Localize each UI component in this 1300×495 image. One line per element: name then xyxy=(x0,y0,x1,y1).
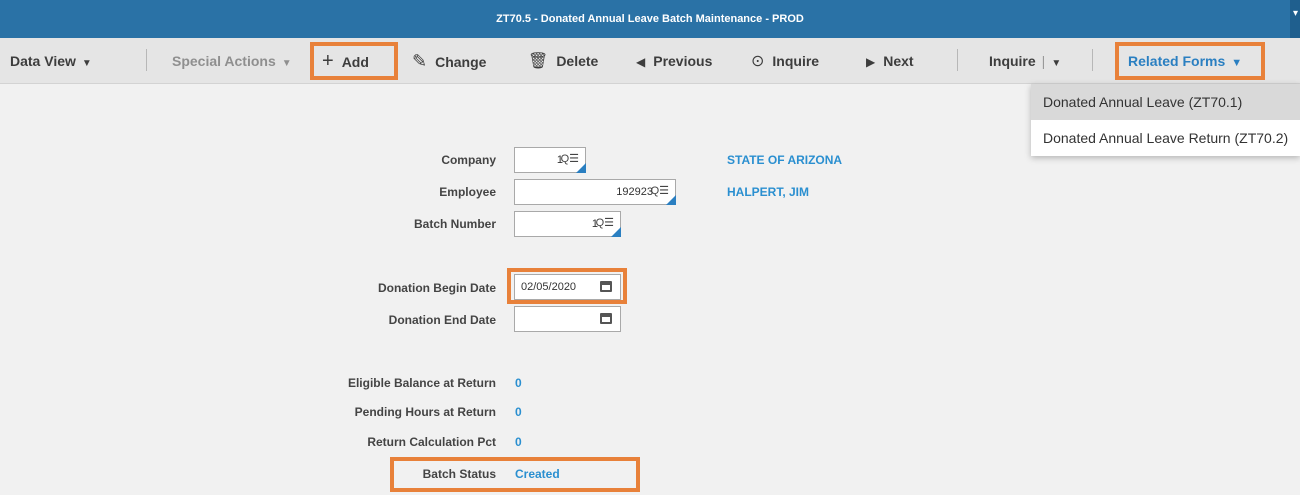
batch-number-label: Batch Number xyxy=(413,217,496,231)
company-field[interactable]: 1 Q☰ xyxy=(514,147,586,173)
inquire-button[interactable]: ⊙ Inquire xyxy=(751,38,819,84)
caret-down-icon: ▼ xyxy=(1231,57,1243,69)
related-forms-dropdown: Donated Annual Leave (ZT70.1) Donated An… xyxy=(1031,84,1300,156)
batch-status-label: Batch Status xyxy=(422,467,496,481)
return-calc-pct-label: Return Calculation Pct xyxy=(367,435,496,449)
related-forms-menu[interactable]: Related Forms ▼ xyxy=(1128,38,1242,84)
calendar-icon[interactable] xyxy=(600,313,612,324)
related-form-item[interactable]: Donated Annual Leave (ZT70.1) xyxy=(1031,84,1300,120)
inquire-icon: ⊙ xyxy=(751,53,765,70)
employee-field[interactable]: 192923 Q☰ xyxy=(514,179,676,205)
toolbar-divider xyxy=(1092,49,1093,71)
previous-button[interactable]: ◀ Previous xyxy=(636,38,712,84)
return-calc-pct-value: 0 xyxy=(515,435,522,449)
caret-down-icon: ▼ xyxy=(1051,58,1062,69)
delete-button[interactable]: 🗑 Delete xyxy=(528,38,598,84)
split-divider: | xyxy=(1041,53,1046,69)
calendar-icon[interactable] xyxy=(600,281,612,292)
employee-value: 192923 xyxy=(616,186,653,198)
special-actions-menu[interactable]: Special Actions ▼ xyxy=(172,38,292,84)
field-corner-marker xyxy=(576,163,586,173)
donation-begin-date-label: Donation Begin Date xyxy=(377,281,496,295)
company-label: Company xyxy=(441,153,496,167)
toolbar: Data View ▼ Special Actions ▼ + Add ✎ Change… xyxy=(0,38,1300,84)
batch-status-value: Created xyxy=(515,467,560,481)
batch-number-field[interactable]: 1 Q☰ xyxy=(514,211,621,237)
inquire-menu[interactable]: Inquire | ▼ xyxy=(989,38,1061,84)
donation-begin-date-field[interactable]: 02/05/2020 xyxy=(514,274,621,300)
related-forms-label: Related Forms xyxy=(1128,53,1226,69)
add-button[interactable]: + Add xyxy=(322,38,369,84)
employee-label: Employee xyxy=(439,185,496,199)
company-name: STATE OF ARIZONA xyxy=(727,153,843,167)
donation-end-date-field[interactable] xyxy=(514,306,621,332)
title-bar-edge: ▾ xyxy=(1290,0,1300,38)
add-label: Add xyxy=(341,54,369,70)
inquire-menu-label: Inquire xyxy=(989,53,1036,69)
pencil-icon: ✎ xyxy=(412,51,428,71)
donation-begin-date-value: 02/05/2020 xyxy=(521,281,577,293)
inquire-label: Inquire xyxy=(772,53,820,69)
special-actions-label: Special Actions xyxy=(172,53,276,69)
caret-down-icon: ▼ xyxy=(81,58,92,69)
field-corner-marker xyxy=(611,227,621,237)
related-form-item[interactable]: Donated Annual Leave Return (ZT70.2) xyxy=(1031,120,1300,156)
delete-label: Delete xyxy=(556,53,599,69)
field-corner-marker xyxy=(666,195,676,205)
data-view-label: Data View xyxy=(10,53,76,69)
trash-icon: 🗑 xyxy=(528,53,549,70)
toolbar-divider xyxy=(146,49,147,71)
eligible-balance-label: Eligible Balance at Return xyxy=(347,376,496,390)
toolbar-divider xyxy=(957,49,958,71)
donation-end-date-label: Donation End Date xyxy=(388,313,496,327)
change-button[interactable]: ✎ Change xyxy=(412,38,486,84)
eligible-balance-value: 0 xyxy=(515,376,522,390)
pending-hours-value: 0 xyxy=(515,405,522,419)
change-label: Change xyxy=(435,54,487,70)
data-view-menu[interactable]: Data View ▼ xyxy=(10,38,92,84)
triangle-left-icon: ◀ xyxy=(636,55,646,69)
next-label: Next xyxy=(883,53,914,69)
previous-label: Previous xyxy=(653,53,713,69)
triangle-right-icon: ▶ xyxy=(866,55,876,69)
next-button[interactable]: ▶ Next xyxy=(866,38,914,84)
caret-down-icon: ▼ xyxy=(281,58,292,69)
title-bar: ZT70.5 - Donated Annual Leave Batch Main… xyxy=(0,0,1300,38)
window-title: ZT70.5 - Donated Annual Leave Batch Main… xyxy=(496,13,804,25)
employee-name: HALPERT, JIM xyxy=(727,185,810,199)
window-menu-icon[interactable]: ▾ xyxy=(1293,8,1298,19)
plus-icon: + xyxy=(322,50,334,72)
pending-hours-label: Pending Hours at Return xyxy=(354,405,496,419)
